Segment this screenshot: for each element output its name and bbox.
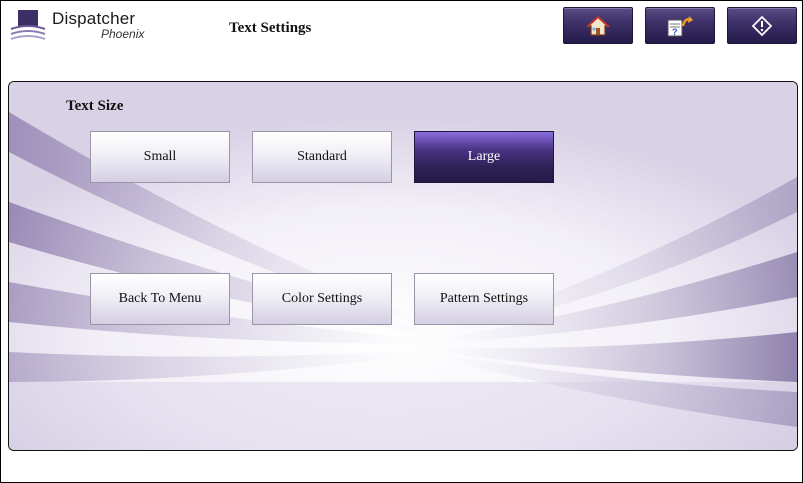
logo-subtitle: Phoenix xyxy=(101,27,145,41)
dispatcher-logo-icon xyxy=(10,10,46,40)
svg-text:?: ? xyxy=(672,27,678,37)
home-icon xyxy=(586,15,610,36)
page-title: Text Settings xyxy=(229,20,312,36)
logout-icon xyxy=(751,15,773,36)
color-settings-button[interactable]: Color Settings xyxy=(252,273,392,325)
back-to-menu-button[interactable]: Back To Menu xyxy=(90,273,230,325)
pattern-settings-button[interactable]: Pattern Settings xyxy=(414,273,554,325)
logo-name: Dispatcher xyxy=(52,9,136,28)
text-size-small-button[interactable]: Small xyxy=(90,131,230,183)
app-window: Dispatcher Phoenix Text Settings ? Text … xyxy=(0,0,803,483)
text-size-standard-button[interactable]: Standard xyxy=(252,131,392,183)
job-status-button[interactable]: ? xyxy=(645,7,715,44)
logo: Dispatcher Phoenix xyxy=(10,7,150,43)
job-status-icon: ? xyxy=(667,15,693,37)
text-size-label: Text Size xyxy=(66,98,124,114)
settings-panel: Text Size Small Standard Large Back To M… xyxy=(8,81,798,451)
home-button[interactable] xyxy=(563,7,633,44)
text-size-large-button[interactable]: Large xyxy=(414,131,554,183)
logout-button[interactable] xyxy=(727,7,797,44)
